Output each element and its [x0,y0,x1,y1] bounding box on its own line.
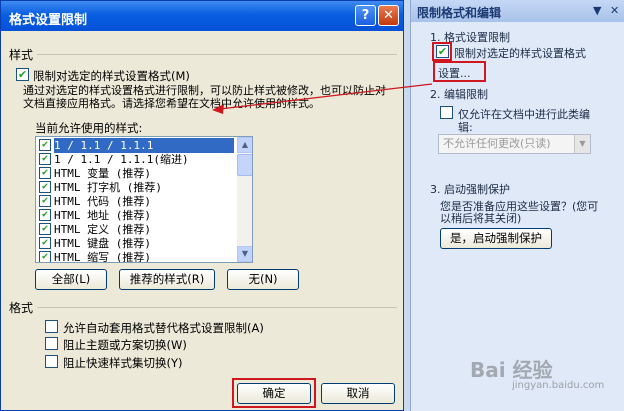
baidu-watermark: Bai 经验 [470,358,553,382]
annotation-arrow [212,83,433,114]
baidu-watermark-url: jingyan.baidu.com [512,380,605,391]
